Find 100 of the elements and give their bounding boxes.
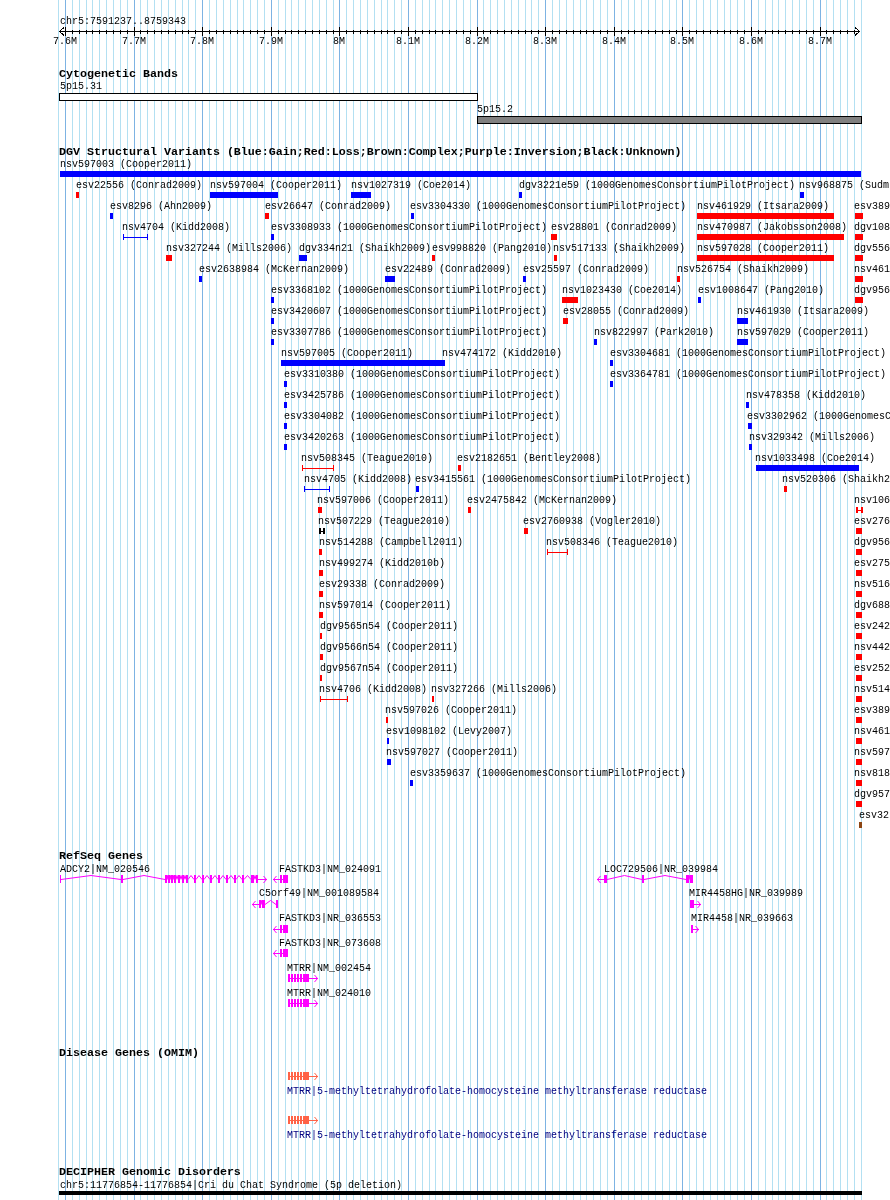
variant-label: nsv507229 (Teague2010) — [318, 515, 451, 527]
track-title: DGV Structural Variants (Blue:Gain;Red:Loss;Brown:Complex;Purple:Inversion;Black:Unknown) — [59, 145, 682, 159]
variant-label: dgv956 — [854, 284, 890, 296]
variant-label: esv3359637 (1000GenomesConsortiumPilotProject) — [410, 767, 687, 779]
variant-label: dgv9567n54 (Cooper2011) — [320, 662, 459, 674]
variant-label: esv3425786 (1000GenomesConsortiumPilotProject) — [284, 389, 561, 401]
variant-label: nsv327244 (Mills2006) — [166, 242, 293, 254]
variant-label: esv389 — [854, 704, 890, 716]
gene-label: MIR4458HG|NR_039989 — [689, 888, 804, 900]
tick-label: 8.5M — [670, 35, 694, 47]
variant-label: esv3368102 (1000GenomesConsortiumPilotProject) — [271, 284, 548, 296]
variant-label: esv1008647 (Pang2010) — [698, 284, 825, 296]
variant-label: esv29338 (Conrad2009) — [319, 578, 446, 590]
track-title: DECIPHER Genomic Disorders — [59, 1165, 241, 1179]
tick-label: 8.1M — [396, 35, 420, 47]
variant-label: nsv4704 (Kidd2008) — [122, 221, 231, 233]
variant-label: esv276 — [854, 515, 890, 527]
track-title: RefSeq Genes — [59, 849, 143, 863]
variant-label: esv3304082 (1000GenomesConsortiumPilotProject) — [284, 410, 561, 422]
variant-label: esv2638984 (McKernan2009) — [199, 263, 350, 275]
variant-label: dgv334n21 (Shaikh2009) — [299, 242, 432, 254]
band-label: 5p15.31 — [60, 80, 102, 92]
variant-label: dgv3221e59 (1000GenomesConsortiumPilotProject) — [519, 179, 796, 191]
tick-label: 8.3M — [533, 35, 557, 47]
variant-label: esv389 — [854, 200, 890, 212]
variant-label: nsv508345 (Teague2010) — [301, 452, 434, 464]
variant-label: esv28801 (Conrad2009) — [551, 221, 678, 233]
variant-label: nsv1033498 (Coe2014) — [755, 452, 876, 464]
tick-label: 8.4M — [602, 35, 626, 47]
variant-label: nsv597027 (Cooper2011) — [386, 746, 519, 758]
variant-label: nsv106 — [854, 494, 890, 506]
variant-label: dgv556 — [854, 242, 890, 254]
variant-label: esv3310380 (1000GenomesConsortiumPilotProject) — [284, 368, 561, 380]
variant-label: esv22489 (Conrad2009) — [385, 263, 512, 275]
gene-label: FASTKD3|NM_024091 — [279, 863, 382, 875]
variant-label: nsv461929 (Itsara2009) — [697, 200, 830, 212]
tick-label: 7.8M — [190, 35, 214, 47]
variant-label: nsv514288 (Campbell2011) — [319, 536, 464, 548]
variant-label: nsv597029 (Cooper2011) — [737, 326, 870, 338]
gene-model-drawing — [288, 1116, 319, 1125]
variant-label: nsv442 — [854, 641, 890, 653]
variant-label: esv3420607 (1000GenomesConsortiumPilotProject) — [271, 305, 548, 317]
disease-gene-label: MTRR|5-methyltetrahydrofolate-homocysteine methyltransferase reductase — [287, 1129, 708, 1141]
disease-gene-label: MTRR|5-methyltetrahydrofolate-homocysteine methyltransferase reductase — [287, 1085, 708, 1097]
variant-label: esv3304681 (1000GenomesConsortiumPilotProject) — [610, 347, 887, 359]
variant-label: dgv957 — [854, 788, 890, 800]
band-label: 5p15.2 — [477, 103, 513, 115]
tick-label: 7.9M — [259, 35, 283, 47]
variant-label: nsv1027319 (Coe2014) — [351, 179, 472, 191]
gene-label: FASTKD3|NR_036553 — [279, 913, 382, 925]
variant-label: esv25597 (Conrad2009) — [523, 263, 650, 275]
variant-label: nsv526754 (Shaikh2009) — [677, 263, 810, 275]
variant-label: nsv822997 (Park2010) — [594, 326, 715, 338]
gene-label: MTRR|NM_024010 — [287, 987, 371, 999]
variant-label: esv8296 (Ahn2009) — [110, 200, 213, 212]
variant-label: nsv968875 (Sudm — [799, 179, 889, 191]
variant-label: nsv461 — [854, 263, 890, 275]
tick-label: 8.6M — [739, 35, 763, 47]
variant-label: esv1098102 (Levy2007) — [386, 725, 513, 737]
variant-label: nsv499274 (Kidd2010b) — [319, 557, 446, 569]
variant-label: esv3308933 (1000GenomesConsortiumPilotProject) — [271, 221, 548, 233]
variant-label: dgv9565n54 (Cooper2011) — [320, 620, 459, 632]
variant-label: esv32 — [859, 809, 889, 821]
variant-label: esv275 — [854, 557, 890, 569]
variant-label: nsv818 — [854, 767, 890, 779]
variant-label: esv998820 (Pang2010) — [432, 242, 553, 254]
variant-label: esv3364781 (1000GenomesConsortiumPilotProject) — [610, 368, 887, 380]
variant-label: esv252 — [854, 662, 890, 674]
gene-label: MIR4458|NR_039663 — [691, 913, 794, 925]
track-title: Cytogenetic Bands — [59, 67, 178, 81]
variant-label: esv26647 (Conrad2009) — [265, 200, 392, 212]
gene-label: C5orf49|NM_001089584 — [259, 888, 380, 900]
variant-label: nsv4705 (Kidd2008) — [304, 473, 413, 485]
variant-label: esv3307786 (1000GenomesConsortiumPilotProject) — [271, 326, 548, 338]
tick-label: 7.6M — [53, 35, 77, 47]
variant-label: nsv508346 (Teague2010) — [546, 536, 679, 548]
variant-label: esv2760938 (Vogler2010) — [523, 515, 662, 527]
variant-label: nsv597 — [854, 746, 890, 758]
variant-label: esv3420263 (1000GenomesConsortiumPilotProject) — [284, 431, 561, 443]
gene-label: LOC729506|NR_039984 — [604, 863, 719, 875]
variant-label: nsv597014 (Cooper2011) — [319, 599, 452, 611]
variant-label: nsv520306 (Shaikh2 — [782, 473, 890, 485]
variant-label: nsv597006 (Cooper2011) — [317, 494, 450, 506]
variant-label: nsv597026 (Cooper2011) — [385, 704, 518, 716]
variant-label: esv2182651 (Bentley2008) — [457, 452, 602, 464]
variant-label: esv22556 (Conrad2009) — [76, 179, 203, 191]
variant-label: nsv4706 (Kidd2008) — [319, 683, 428, 695]
variant-label: nsv461 — [854, 725, 890, 737]
variant-label: nsv517133 (Shaikh2009) — [553, 242, 686, 254]
variant-label: nsv597003 (Cooper2011) — [60, 158, 193, 170]
variant-label: nsv327266 (Mills2006) — [431, 683, 558, 695]
gene-label: MTRR|NM_002454 — [287, 962, 371, 974]
track-title: Disease Genes (OMIM) — [59, 1046, 199, 1060]
variant-label: nsv597004 (Cooper2011) — [210, 179, 343, 191]
variant-label: esv242 — [854, 620, 890, 632]
variant-label: nsv514 — [854, 683, 890, 695]
region-label: chr5:7591237..8759343 — [60, 15, 187, 27]
tick-label: 7.7M — [122, 35, 146, 47]
tick-label: 8M — [333, 35, 345, 47]
variant-label: dgv108 — [854, 221, 890, 233]
